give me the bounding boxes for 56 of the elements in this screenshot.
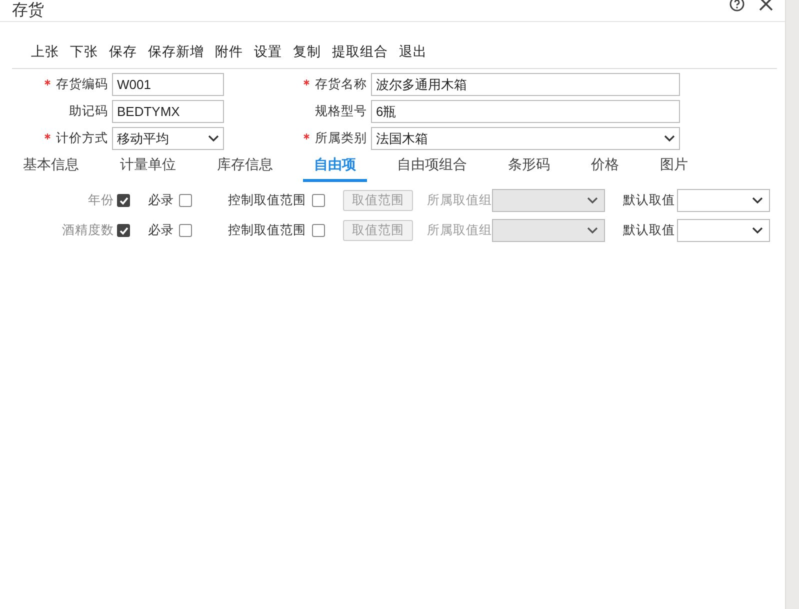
- input-field[interactable]: BEDTYMX: [112, 100, 224, 123]
- toolbar-button[interactable]: 提取组合: [329, 42, 393, 62]
- field-label: 存货名称: [315, 76, 367, 93]
- range-label: 控制取值范围: [228, 222, 306, 239]
- toolbar-button[interactable]: 保存: [106, 42, 142, 62]
- tab[interactable]: 计量单位: [109, 152, 187, 182]
- tab[interactable]: 图片: [649, 152, 699, 182]
- tab[interactable]: 基本信息: [12, 152, 90, 182]
- default-label: 默认取值: [623, 222, 675, 239]
- help-icon[interactable]: [729, 0, 745, 12]
- toolbar-button[interactable]: 复制: [290, 42, 326, 62]
- checkbox[interactable]: [117, 194, 130, 207]
- field-label: 助记码: [69, 103, 108, 120]
- chevron-icon: [587, 197, 598, 204]
- toolbar-button[interactable]: 下张: [67, 42, 103, 62]
- group-label: 所属取值组: [427, 192, 492, 209]
- dropdown[interactable]: 法国木箱: [371, 127, 680, 150]
- toolbar-button[interactable]: 设置: [251, 42, 287, 62]
- group-label: 所属取值组: [427, 222, 492, 239]
- tab[interactable]: 条形码: [497, 152, 561, 182]
- input-field[interactable]: 6瓶: [371, 100, 680, 123]
- range-label: 控制取值范围: [228, 192, 306, 209]
- required-label: 必录: [148, 192, 174, 209]
- default-dropdown[interactable]: [677, 189, 770, 212]
- chevron-icon: [664, 135, 675, 142]
- toolbar-button[interactable]: 附件: [212, 42, 248, 62]
- field-label: 计价方式: [56, 130, 108, 147]
- field-label: 存货编码: [56, 76, 108, 93]
- input-field[interactable]: W001: [112, 73, 224, 96]
- window-title: 存货: [12, 2, 44, 20]
- chevron-icon: [208, 135, 219, 142]
- chevron-icon: [752, 197, 763, 204]
- required-label: 必录: [148, 222, 174, 239]
- chevron-icon: [752, 227, 763, 234]
- chevron-icon: [587, 227, 598, 234]
- toolbar-button[interactable]: 上张: [28, 42, 64, 62]
- dropdown[interactable]: 移动平均: [112, 127, 224, 150]
- checkbox[interactable]: [179, 224, 192, 237]
- checkbox[interactable]: [312, 194, 325, 207]
- item-name: 年份: [87, 192, 114, 209]
- tab[interactable]: 自由项组合: [386, 152, 478, 182]
- checkbox[interactable]: [312, 224, 325, 237]
- tab[interactable]: 自由项: [303, 152, 367, 182]
- field-label: 所属类别: [315, 130, 367, 147]
- close-icon[interactable]: [759, 0, 773, 11]
- input-field[interactable]: 波尔多通用木箱: [371, 73, 680, 96]
- toolbar-button[interactable]: 退出: [396, 42, 432, 62]
- checkbox[interactable]: [117, 224, 130, 237]
- toolbar-button[interactable]: 保存新增: [145, 42, 209, 62]
- tab[interactable]: 库存信息: [206, 152, 284, 182]
- default-label: 默认取值: [623, 192, 675, 209]
- checkbox[interactable]: [179, 194, 192, 207]
- default-dropdown[interactable]: [677, 219, 770, 242]
- field-label: 规格型号: [315, 103, 367, 120]
- tab[interactable]: 价格: [580, 152, 630, 182]
- item-name: 酒精度数: [61, 222, 114, 239]
